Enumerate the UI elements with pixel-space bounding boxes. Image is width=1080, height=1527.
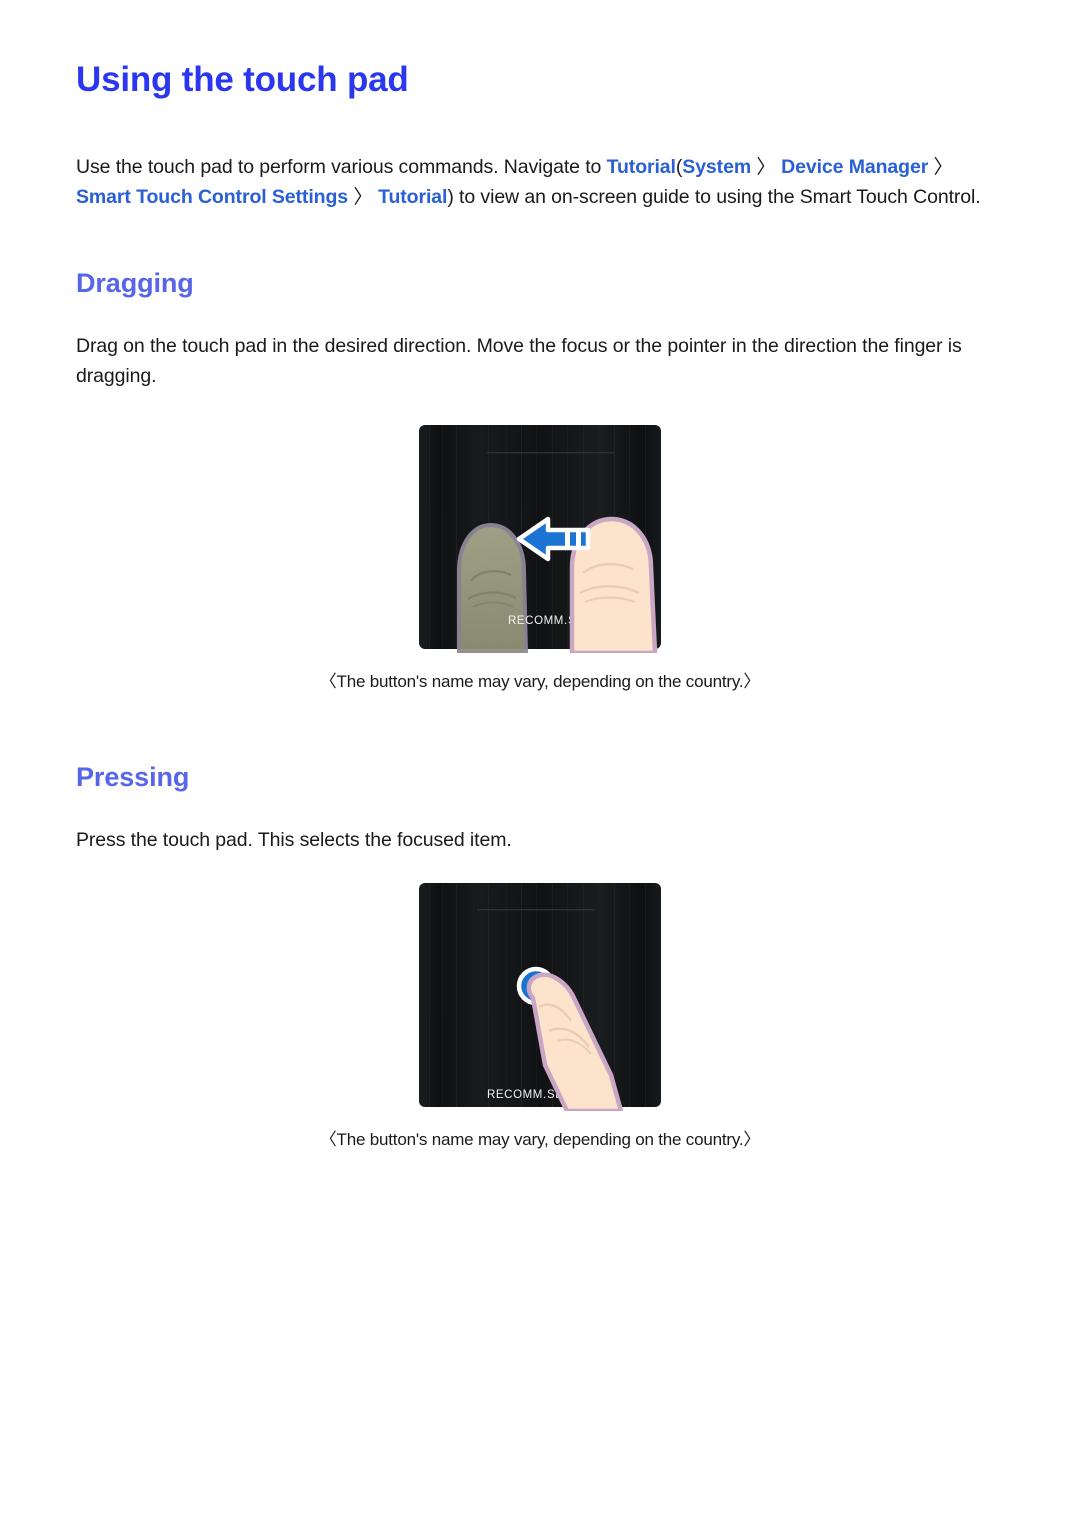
intro-separator-2: 〉 (933, 156, 954, 179)
section-heading-dragging: Dragging (76, 268, 194, 299)
link-system[interactable]: System (682, 156, 751, 178)
intro-separator-1: 〉 (756, 156, 776, 179)
touch-pad-dragging-svg: RECOMM. SEARCH (419, 425, 661, 654)
section-heading-pressing: Pressing (76, 762, 190, 793)
touch-pad-pressing-illustration: RECOMM. SEARC (415, 879, 665, 1112)
figure-caption-dragging: 〈The button's name may vary, depending o… (319, 672, 761, 692)
link-tutorial-primary[interactable]: Tutorial (607, 156, 676, 178)
link-device-manager[interactable]: Device Manager (781, 156, 928, 178)
figure-caption-pressing: 〈The button's name may vary, depending o… (319, 1130, 761, 1150)
pad-seam-line (487, 452, 615, 454)
ghost-finger (457, 523, 528, 654)
intro-text-tail: to view an on-screen guide to using the … (453, 186, 981, 209)
touch-pad-pressing-svg: RECOMM. SEARC (419, 883, 661, 1112)
link-smart-touch-control-settings[interactable]: Smart Touch Control Settings (76, 186, 348, 208)
touch-pad-dragging-illustration: RECOMM. SEARCH (415, 421, 665, 654)
pad-label-recomm: RECOMM. (487, 1089, 547, 1101)
figure-dragging: RECOMM. SEARCH (76, 421, 1004, 692)
intro-text-lead: Use the touch pad to perform various com… (76, 156, 607, 179)
link-tutorial-secondary[interactable]: Tutorial (378, 186, 447, 208)
figure-pressing: RECOMM. SEARC 〈The but (76, 879, 1004, 1150)
page-root: Using the touch pad Use the touch pad to… (0, 0, 1080, 1527)
pad-label-recomm: RECOMM. (508, 615, 568, 627)
section-body-pressing: Press the touch pad. This selects the fo… (76, 829, 512, 852)
page-title: Using the touch pad (76, 60, 409, 99)
document-content: Using the touch pad Use the touch pad to… (76, 60, 1004, 1150)
intro-separator-3: 〉 (353, 186, 373, 209)
section-body-dragging: Drag on the touch pad in the desired dir… (76, 335, 962, 388)
pad-seam-line (477, 909, 595, 911)
intro-paragraph: Use the touch pad to perform various com… (76, 152, 1004, 212)
